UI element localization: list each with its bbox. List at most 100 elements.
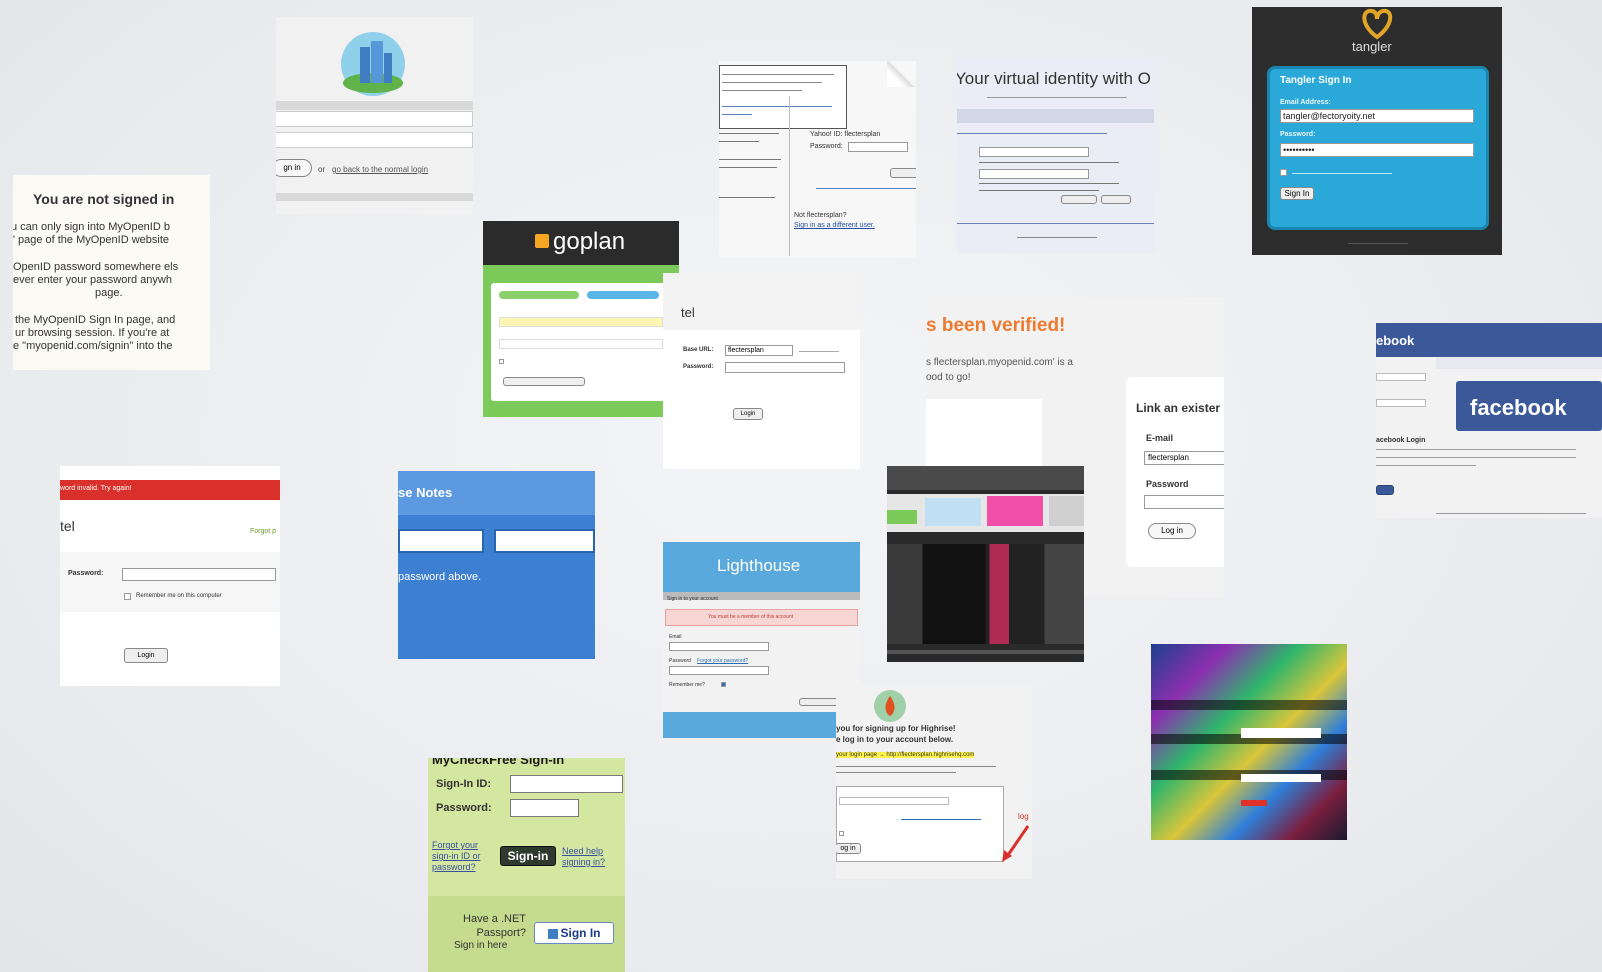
password-field[interactable] — [1376, 399, 1426, 407]
remember-checkbox[interactable] — [839, 831, 844, 836]
login-button[interactable]: og in — [836, 843, 861, 854]
password-field[interactable] — [276, 132, 473, 148]
verified-subtitle: s flectersplan.myopenid.com' is a — [926, 357, 1073, 368]
base-url-field[interactable]: flectersplan — [725, 345, 793, 356]
arrow-label: log — [1018, 812, 1029, 821]
not-user-text: Not flectersplan? — [794, 212, 847, 219]
password-field[interactable] — [510, 799, 579, 817]
email-field[interactable] — [669, 642, 769, 651]
facebook-login-button[interactable] — [1376, 485, 1394, 495]
tangler-panel: Tangler Sign In Email Address: tangler@f… — [1270, 69, 1486, 227]
notice-title: You are not signed in — [33, 191, 175, 207]
login-button[interactable] — [503, 377, 585, 386]
email-field[interactable] — [499, 317, 663, 327]
signin-button[interactable]: Sign In — [1280, 187, 1314, 200]
password-field[interactable] — [494, 529, 595, 553]
email-field[interactable]: tangler@fectoryoity.net — [1280, 109, 1474, 123]
login-button[interactable] — [1061, 195, 1097, 204]
error-message: You must be a member of this account — [708, 614, 794, 620]
passport-signin-button[interactable]: Sign In — [534, 922, 614, 944]
signup-paper-tile: Yahoo! ID: flectersplan Password: Not fl… — [719, 61, 916, 258]
glitch-art-tile — [1151, 644, 1347, 840]
remember-checkbox[interactable] — [721, 682, 726, 687]
notes-heading: se Notes — [398, 485, 453, 500]
password-field[interactable] — [499, 339, 663, 349]
red-arrow-icon — [1000, 824, 1030, 864]
signin-button[interactable] — [799, 698, 839, 706]
identity-field[interactable] — [979, 169, 1089, 179]
remember-checkbox[interactable] — [1280, 169, 1287, 176]
login-button[interactable]: Log in — [1148, 523, 1196, 539]
goplan-logo-icon — [535, 234, 549, 248]
username-field[interactable] — [276, 111, 473, 127]
password-field[interactable] — [669, 666, 769, 675]
password-field[interactable] — [848, 142, 908, 152]
lighthouse-brand: Lighthouse — [717, 556, 801, 575]
notice-line: ur browsing session. If you're at — [15, 327, 170, 339]
email-value: tangler@fectoryoity.net — [1283, 111, 1376, 121]
password-field[interactable] — [1144, 495, 1224, 509]
back-to-login-link[interactable]: go back to the normal login — [332, 165, 428, 174]
username-field[interactable] — [398, 529, 484, 553]
password-label: Password — [669, 658, 691, 664]
notice-line: ever enter your password anywh — [13, 274, 172, 286]
password-field[interactable] — [1241, 774, 1321, 782]
email-field[interactable]: flectersplan — [1144, 451, 1224, 465]
password-label: Password: — [810, 143, 843, 150]
passport-signin-label: Sign In — [560, 926, 601, 940]
customer-field[interactable] — [1241, 728, 1321, 738]
different-user-link[interactable]: Sign in as a different user. — [794, 222, 875, 229]
panel-title: Tangler Sign In — [1280, 75, 1352, 86]
or-text: or — [318, 165, 326, 174]
remember-checkbox[interactable] — [499, 359, 504, 364]
openid-identity-tile: Your virtual identity with O — [957, 57, 1154, 253]
error-message: word invalid. Try again! — [60, 485, 132, 492]
passport-icon — [547, 928, 558, 939]
cancel-button[interactable] — [1101, 195, 1131, 204]
signin-section-label: Sign in to your account — [667, 596, 718, 602]
password-field[interactable]: •••••••••• — [1280, 143, 1474, 157]
forgot-link[interactable]: Forgot p — [250, 528, 276, 535]
login-button[interactable]: Login — [124, 648, 168, 663]
notice-line: OpenID password somewhere els — [13, 261, 179, 273]
notice-line: u can only sign into MyOpenID b — [13, 221, 170, 233]
signin-button[interactable]: Sign-in — [500, 846, 556, 866]
email-label: E-mail — [1146, 433, 1174, 443]
verified-heading: s been verified! — [926, 315, 1066, 336]
myopenid-notice-tile: You are not signed in u can only sign in… — [13, 175, 210, 370]
facebook-nav-brand: ebook — [1376, 333, 1415, 348]
help-link[interactable]: Need help signing in? — [562, 846, 622, 868]
highrise-login-page: your login page → http://flectersplan.hi… — [836, 752, 975, 758]
remember-checkbox[interactable] — [124, 593, 131, 600]
notice-line: " page of the MyOpenID website — [13, 234, 169, 246]
link-panel-title: Link an exister — [1136, 401, 1221, 415]
base-url-value: flectersplan — [728, 347, 764, 354]
signup-submit-button[interactable] — [890, 168, 916, 178]
password-field[interactable] — [122, 568, 276, 581]
remember-label: Remember me? — [669, 682, 705, 688]
username-field[interactable] — [839, 797, 949, 805]
signin-button[interactable]: gn in — [276, 159, 312, 177]
email-field[interactable] — [1376, 373, 1426, 381]
notice-line: the MyOpenID Sign In page, and — [15, 314, 176, 326]
signin-id-field[interactable] — [510, 775, 623, 793]
passport-text: Have a .NET Passport? — [430, 912, 526, 940]
password-field[interactable] — [725, 362, 845, 373]
forgot-link[interactable]: Forgot your sign-in ID or password? — [432, 840, 496, 873]
passport-link[interactable]: Sign in here — [454, 940, 507, 951]
highrise-line-2: e log in to your account below. — [836, 735, 954, 744]
username-label: Yahoo! ID: flectersplan — [810, 131, 881, 138]
remember-label: Remember me on this computer — [136, 593, 222, 599]
forgot-password-link[interactable]: Forgot your password? — [697, 658, 748, 664]
red-error-login-tile: word invalid. Try again! tel Forgot p Pa… — [60, 466, 280, 686]
password-value: •••••••••• — [1283, 145, 1315, 155]
identity-url-field[interactable] — [979, 147, 1089, 157]
tangler-tile: tangler Tangler Sign In Email Address: t… — [1252, 7, 1502, 255]
notes-login-tile: se Notes password above. — [398, 471, 595, 659]
city-logo-icon — [338, 29, 408, 99]
login-button[interactable]: Login — [733, 408, 763, 420]
highrise-logo-icon — [872, 688, 908, 724]
email-label: Email Address: — [1280, 99, 1331, 106]
forgot-link-text: Forgot your sign-in ID or password? — [432, 840, 481, 872]
password-label: Password: — [1280, 131, 1316, 138]
